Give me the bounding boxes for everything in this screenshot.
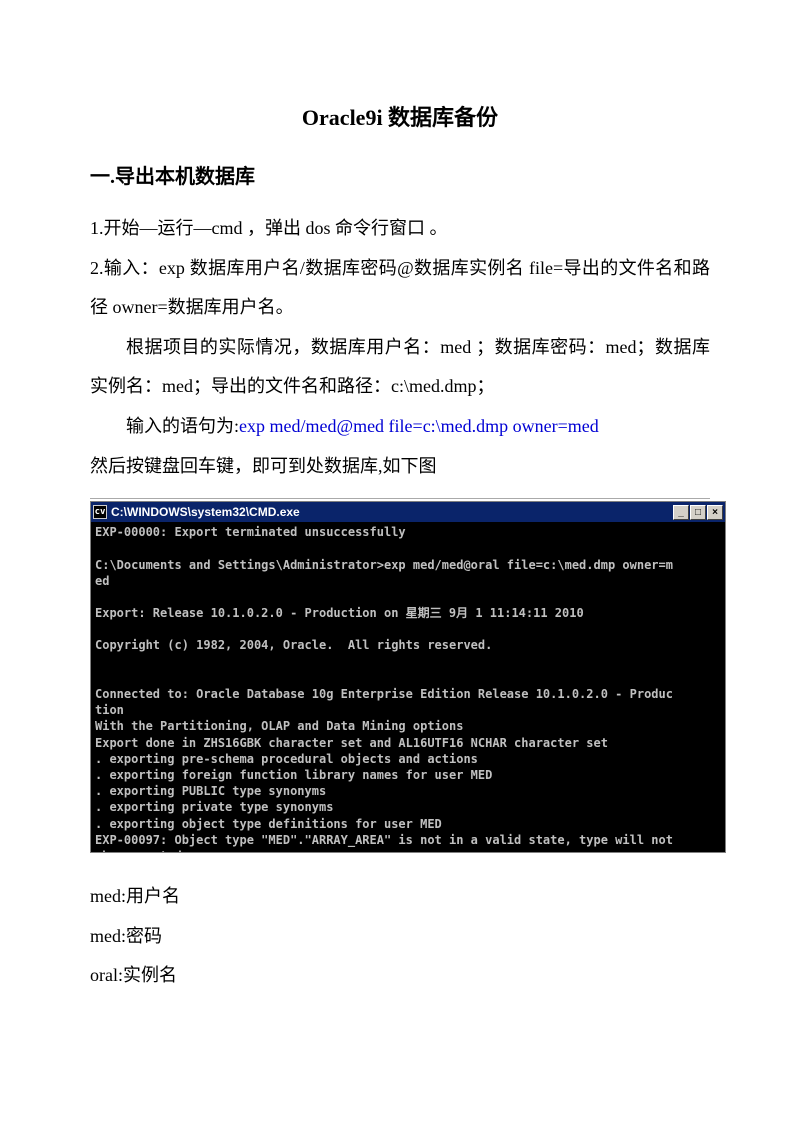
footer-line-3: oral:实例名 [90,956,710,996]
footer-notes: med:用户名 med:密码 oral:实例名 [90,877,710,996]
command-text: exp med/med@med file=c:\med.dmp owner=me… [239,416,599,436]
doc-title: Oracle9i 数据库备份 [90,100,710,132]
section1-heading: 一.导出本机数据库 [90,160,710,189]
terminal-titlebar: cv C:\WINDOWS\system32\CMD.exe _ □ × [91,502,725,522]
maximize-button[interactable]: □ [690,505,706,520]
terminal-icon: cv [93,505,107,519]
para-2: 2.输入：exp 数据库用户名/数据库密码@数据库实例名 file=导出的文件名… [90,249,710,328]
para-1: 1.开始—运行—cmd ，弹出 dos 命令行窗口 。 [90,209,710,249]
para-5: 然后按键盘回车键，即可到处数据库,如下图 [90,447,710,487]
para-4: 输入的语句为:exp med/med@med file=c:\med.dmp o… [90,407,710,447]
minimize-button[interactable]: _ [673,505,689,520]
terminal-window: cv C:\WINDOWS\system32\CMD.exe _ □ × EXP… [90,501,726,853]
footer-line-2: med:密码 [90,917,710,957]
close-button[interactable]: × [707,505,723,520]
terminal-screenshot: cv C:\WINDOWS\system32\CMD.exe _ □ × EXP… [90,498,710,853]
para-4-prefix: 输入的语句为: [126,416,239,436]
para-3: 根据项目的实际情况，数据库用户名：med ；数据库密码：med；数据库实例名：m… [90,328,710,407]
terminal-output: EXP-00000: Export terminated unsuccessfu… [91,522,725,852]
terminal-title: C:\WINDOWS\system32\CMD.exe [111,505,673,519]
window-buttons: _ □ × [673,505,723,520]
footer-line-1: med:用户名 [90,877,710,917]
